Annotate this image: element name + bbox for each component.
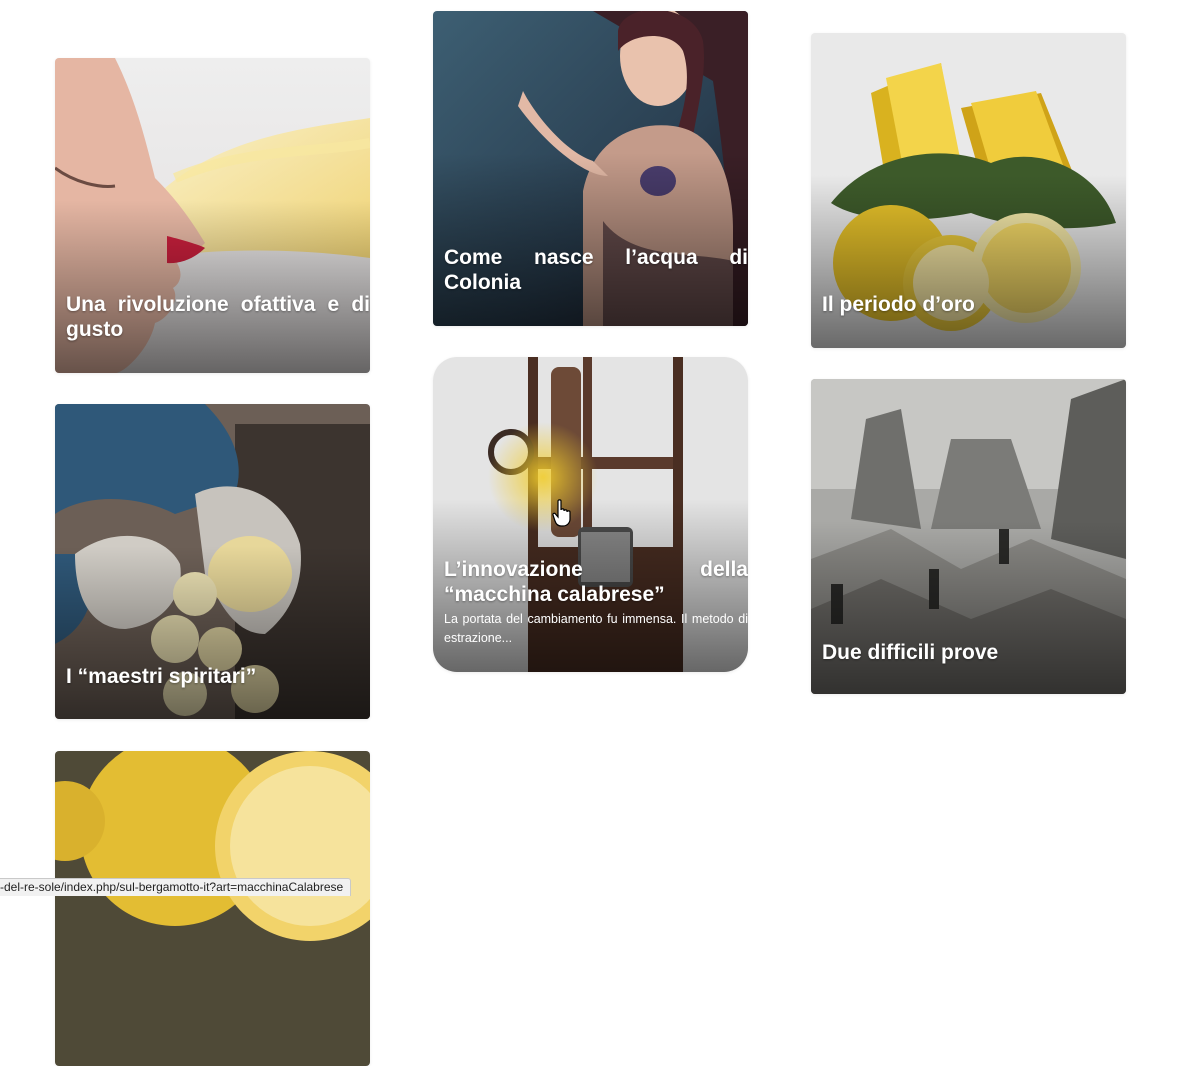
article-card-periodo-oro[interactable]: Il periodo d’oro <box>811 33 1126 348</box>
card-title: Due difficili prove <box>822 641 999 664</box>
card-shade <box>55 199 370 373</box>
card-shade <box>55 545 370 719</box>
hand-cursor-icon <box>552 499 571 527</box>
card-caption: L’innovazione della “macchina calabrese”… <box>444 557 748 648</box>
link-status-bar: -del-re-sole/index.php/sul-bergamotto-it… <box>0 878 352 896</box>
article-card-maestri-spiritari[interactable]: I “maestri spiritari” <box>55 404 370 719</box>
article-card-bergamotto[interactable] <box>55 751 370 1066</box>
card-title: I “maestri spiritari” <box>66 665 257 688</box>
article-card-acqua-colonia[interactable]: Come nasce l’acqua di Colonia <box>433 11 748 326</box>
card-caption: Una rivoluzione ofattiva e di gusto <box>66 292 370 342</box>
card-excerpt: La portata del cambiamento fu immensa. I… <box>444 612 748 645</box>
card-shade <box>433 152 748 326</box>
card-shade <box>811 174 1126 348</box>
card-caption: Come nasce l’acqua di Colonia <box>444 245 748 295</box>
card-title: Una rivoluzione ofattiva e di gusto <box>66 293 370 341</box>
card-title: Il periodo d’oro <box>822 293 975 316</box>
card-title: L’innovazione della “macchina calabrese” <box>444 558 748 606</box>
card-shade <box>811 520 1126 694</box>
card-title: Come nasce l’acqua di Colonia <box>444 246 748 294</box>
article-card-difficili-prove[interactable]: Due difficili prove <box>811 379 1126 694</box>
card-caption: I “maestri spiritari” <box>66 664 370 689</box>
card-caption: Il periodo d’oro <box>822 292 1126 317</box>
card-caption: Due difficili prove <box>822 640 1126 665</box>
article-card-rivoluzione[interactable]: Una rivoluzione ofattiva e di gusto <box>55 58 370 373</box>
card-image <box>55 751 370 1066</box>
article-card-macchina-calabrese[interactable]: L’innovazione della “macchina calabrese”… <box>433 357 748 672</box>
